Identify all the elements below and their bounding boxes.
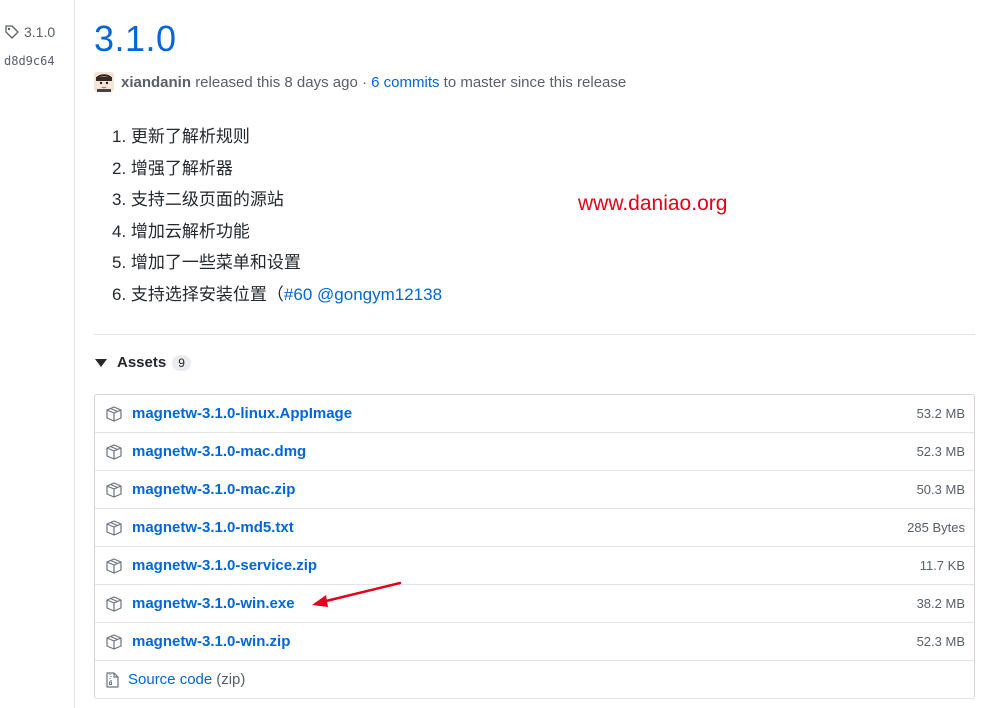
release-note: 1. 更新了解析规则 (112, 127, 250, 146)
section-divider (94, 334, 975, 335)
package-icon (106, 405, 122, 422)
asset-row: magnetw-3.1.0-mac.zip 50.3 MB (95, 471, 974, 509)
release-notes: 1. 更新了解析规则 2. 增强了解析器 3. 支持二级页面的源站 4. 增加云… (112, 121, 442, 310)
asset-download-link[interactable]: magnetw-3.1.0-mac.zip (132, 481, 295, 498)
asset-size: 285 Bytes (907, 520, 965, 535)
tag-label: 3.1.0 (24, 24, 56, 40)
release-note: 2. 增强了解析器 (112, 158, 233, 178)
asset-row: magnetw-3.1.0-service.zip 11.7 KB (95, 547, 974, 585)
assets-list: magnetw-3.1.0-linux.AppImage 53.2 MB mag… (94, 394, 975, 699)
release-note: 5. 增加了一些菜单和设置 (112, 253, 301, 272)
watermark-text: www.daniao.org (578, 192, 728, 215)
package-icon (106, 595, 122, 612)
asset-download-link[interactable]: magnetw-3.1.0-service.zip (132, 557, 317, 574)
avatar[interactable] (94, 72, 114, 92)
package-icon (106, 443, 122, 460)
asset-download-link[interactable]: magnetw-3.1.0-win.exe (132, 595, 295, 612)
asset-download-link[interactable]: magnetw-3.1.0-mac.dmg (132, 443, 306, 460)
timeline-divider (74, 0, 75, 708)
release-meta: xiandanin released this 8 days ago · 6 c… (94, 72, 626, 92)
asset-row: magnetw-3.1.0-linux.AppImage 53.2 MB (95, 395, 974, 433)
package-icon (106, 557, 122, 574)
author-link[interactable]: xiandanin (121, 74, 191, 91)
commits-link[interactable]: 6 commits (371, 74, 439, 91)
red-arrow-annotation (312, 581, 402, 607)
assets-count-badge: 9 (172, 354, 191, 371)
release-note: 4. 增加云解析功能 (112, 221, 250, 241)
tag-icon (5, 25, 19, 39)
source-code-format[interactable]: (zip) (216, 671, 245, 688)
asset-size: 38.2 MB (916, 596, 965, 611)
issue-link[interactable]: #60 (284, 285, 312, 304)
source-code-link[interactable]: Source code (128, 671, 212, 688)
asset-row: magnetw-3.1.0-win.exe 38.2 MB (95, 585, 974, 623)
asset-row: magnetw-3.1.0-md5.txt 285 Bytes (95, 509, 974, 547)
asset-download-link[interactable]: magnetw-3.1.0-win.zip (132, 633, 290, 650)
asset-row: magnetw-3.1.0-mac.dmg 52.3 MB (95, 433, 974, 471)
release-sidebar: 3.1.0 d8d9c64 (0, 0, 75, 708)
assets-toggle[interactable]: Assets 9 (94, 354, 191, 371)
asset-size: 11.7 KB (919, 558, 965, 573)
asset-size: 52.3 MB (916, 444, 965, 459)
asset-size: 50.3 MB (916, 482, 965, 497)
source-code-row: Source code (zip) (95, 661, 974, 699)
package-icon (106, 633, 122, 650)
file-zip-icon (106, 671, 119, 688)
user-mention-link[interactable]: @gongym12138 (317, 285, 442, 304)
package-icon (106, 481, 122, 498)
asset-download-link[interactable]: magnetw-3.1.0-linux.AppImage (132, 405, 352, 422)
release-title[interactable]: 3.1.0 (94, 18, 177, 60)
released-text: released this 8 days ago · (195, 73, 367, 91)
package-icon (106, 519, 122, 536)
assets-heading: Assets (117, 354, 167, 371)
branch-text: to master since this release (443, 73, 627, 91)
commit-sha[interactable]: d8d9c64 (4, 54, 55, 68)
asset-row: magnetw-3.1.0-win.zip 52.3 MB (95, 623, 974, 661)
asset-download-link[interactable]: magnetw-3.1.0-md5.txt (132, 519, 294, 536)
triangle-down-icon (95, 358, 107, 367)
release-tag[interactable]: 3.1.0 (4, 24, 55, 40)
release-note: 3. 支持二级页面的源站 (112, 190, 284, 209)
release-note: 6. 支持选择安装位置（#60 @gongym12138 (112, 284, 443, 304)
asset-size: 53.2 MB (916, 406, 965, 421)
asset-size: 52.3 MB (916, 634, 965, 649)
